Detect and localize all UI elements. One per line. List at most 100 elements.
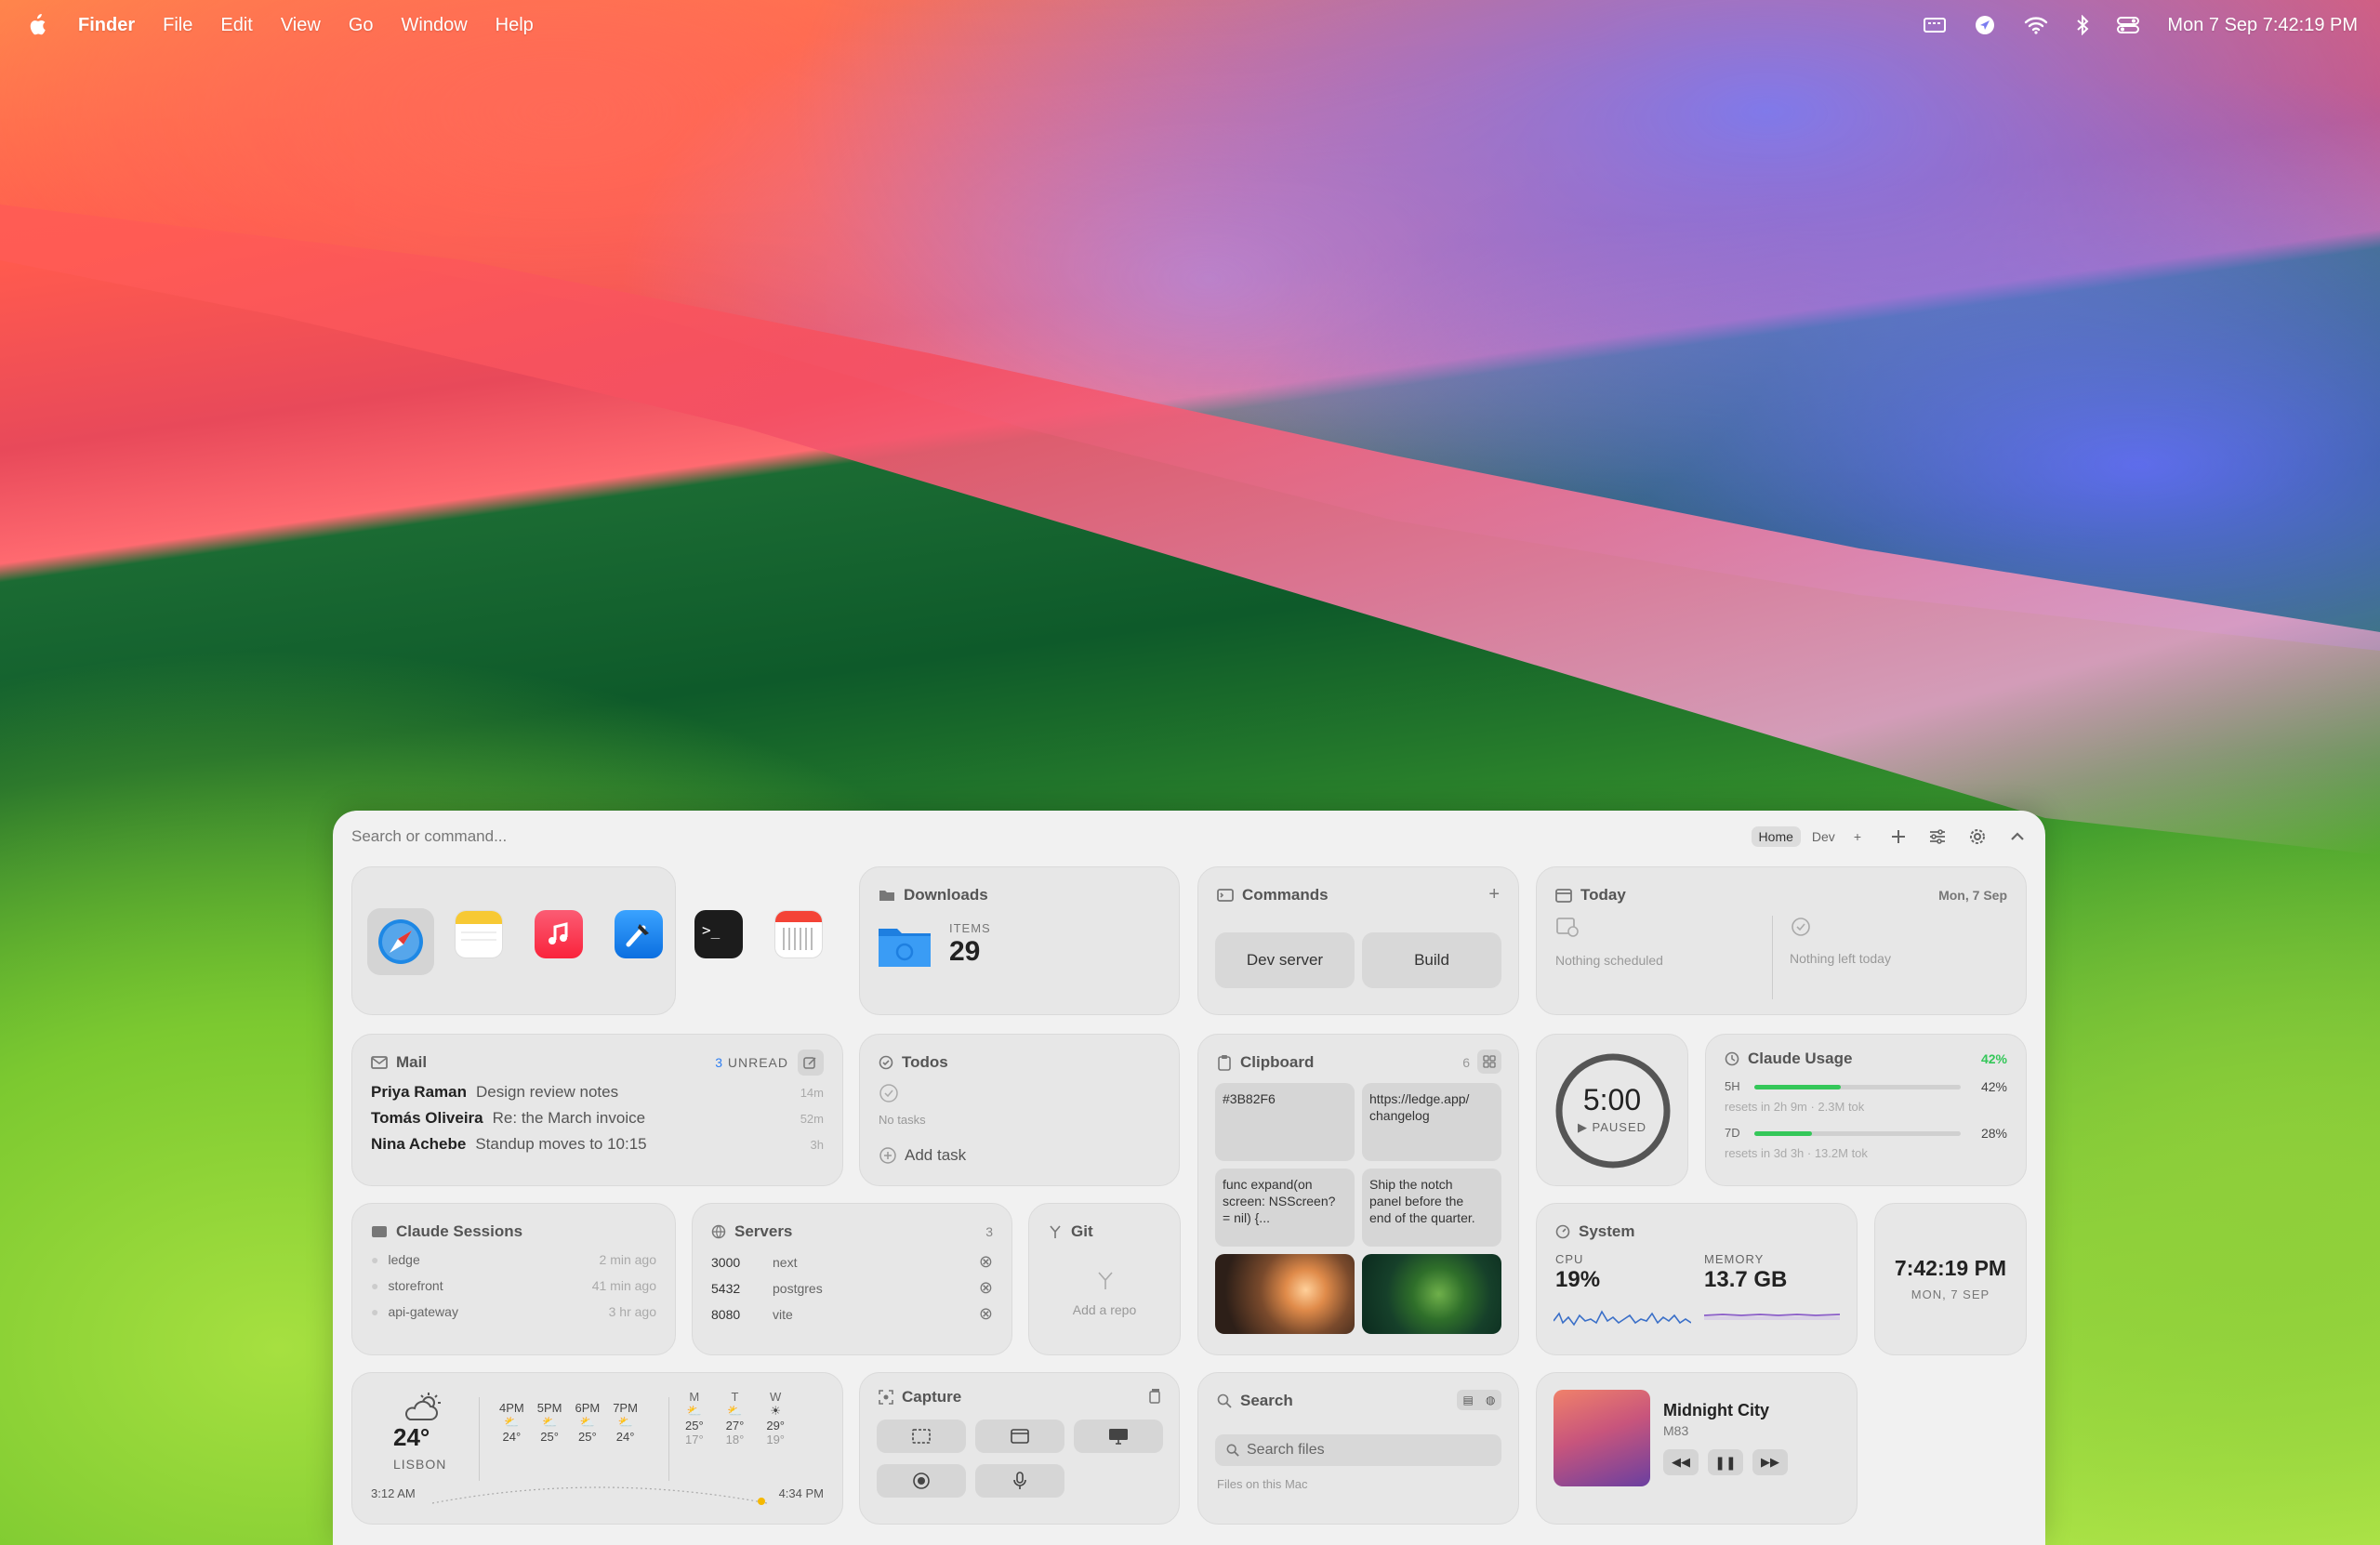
clipboard-item[interactable]: #3B82F6: [1215, 1083, 1355, 1161]
hour-item: 7PM ⛅ 24°: [613, 1401, 638, 1444]
stop-server-icon[interactable]: ⊗: [979, 1278, 993, 1298]
menubar-clock[interactable]: Mon 7 Sep 7:42:19 PM: [2167, 15, 2358, 36]
search-scope-toggle[interactable]: ▤ ◍: [1457, 1390, 1501, 1410]
mail-header: Mail: [371, 1053, 427, 1072]
clipboard-item[interactable]: Ship the notch panel before the end of t…: [1362, 1169, 1501, 1247]
record-screen-button[interactable]: [877, 1464, 966, 1498]
previous-track-button[interactable]: ◀◀: [1663, 1449, 1699, 1475]
chevron-up-icon[interactable]: [2008, 827, 2027, 846]
session-row[interactable]: ● api-gateway 3 hr ago: [371, 1304, 656, 1319]
next-track-button[interactable]: ▶▶: [1752, 1449, 1788, 1475]
menu-app-name[interactable]: Finder: [78, 15, 135, 36]
day-high: 29°: [766, 1419, 786, 1433]
clipboard-image-sunset[interactable]: [1215, 1254, 1355, 1334]
copy-clipboard-icon[interactable]: [1147, 1388, 1162, 1405]
usage-7d-bar: [1754, 1131, 1961, 1136]
sessions-title: Claude Sessions: [396, 1222, 523, 1240]
album-art[interactable]: [1554, 1390, 1650, 1486]
cloud-sun-icon: ⛅: [579, 1415, 595, 1429]
hour-temp: 25°: [540, 1430, 559, 1444]
server-row: 3000 next ⊗: [711, 1252, 993, 1272]
sliders-icon[interactable]: [1928, 827, 1947, 846]
clipboard-title: Clipboard: [1240, 1053, 1315, 1071]
todos-card: Todos No tasks Add task: [859, 1034, 1180, 1186]
add-task-button[interactable]: Add task: [879, 1146, 966, 1165]
add-task-label: Add task: [905, 1146, 967, 1164]
document-icon[interactable]: ▤: [1463, 1393, 1474, 1406]
xcode-app-icon[interactable]: [615, 910, 663, 958]
globe-icon: [711, 1224, 726, 1239]
tab-dev[interactable]: Dev: [1805, 826, 1843, 847]
timer-card[interactable]: 5:00 ▶ PAUSED: [1536, 1034, 1688, 1186]
apple-logo-icon[interactable]: [26, 14, 46, 36]
hour-temp: 24°: [615, 1430, 635, 1444]
todos-empty: No tasks: [879, 1113, 926, 1127]
menu-file[interactable]: File: [163, 15, 192, 36]
add-command-button[interactable]: +: [1488, 884, 1500, 905]
servers-header: Servers: [711, 1222, 792, 1241]
checkmark-circle-icon: [879, 1055, 893, 1070]
music-app-icon[interactable]: [535, 910, 583, 958]
bluetooth-icon[interactable]: [2076, 15, 2089, 35]
todos-title: Todos: [902, 1053, 948, 1071]
clipboard-item[interactable]: func expand(on screen: NSScreen? = nil) …: [1215, 1169, 1355, 1247]
mail-row[interactable]: Tomás Oliveira Re: the March invoice 52m: [371, 1109, 824, 1128]
capture-screen-button[interactable]: [1074, 1420, 1163, 1453]
globe-scope-icon[interactable]: ◍: [1486, 1393, 1495, 1406]
downloads-card[interactable]: Downloads ITEMS 29: [859, 866, 1180, 1015]
terminal-app-icon[interactable]: >_: [694, 910, 743, 958]
menu-view[interactable]: View: [281, 15, 321, 36]
menu-go[interactable]: Go: [349, 15, 374, 36]
day-low: 18°: [725, 1433, 745, 1446]
safari-app-icon[interactable]: [367, 908, 434, 975]
plus-icon[interactable]: [1889, 827, 1908, 846]
session-row[interactable]: ● ledge 2 min ago: [371, 1252, 656, 1267]
search-files-placeholder: Search files: [1247, 1442, 1325, 1458]
menu-edit[interactable]: Edit: [220, 15, 252, 36]
compose-button[interactable]: [798, 1050, 824, 1076]
stop-server-icon[interactable]: ⊗: [979, 1304, 993, 1324]
downloads-header: Downloads: [879, 886, 988, 905]
usage-7d-note: resets in 3d 3h · 13.2M tok: [1725, 1146, 1868, 1160]
display-icon[interactable]: [1924, 17, 1947, 33]
stop-server-icon[interactable]: ⊗: [979, 1252, 993, 1272]
session-row[interactable]: ● storefront 41 min ago: [371, 1278, 656, 1293]
record-audio-button[interactable]: [975, 1464, 1064, 1498]
mail-title: Mail: [396, 1053, 428, 1071]
track-artist: M83: [1663, 1423, 1689, 1438]
usage-bar-fill: [1754, 1131, 1813, 1136]
grid-view-button[interactable]: [1477, 1050, 1501, 1074]
capture-area-button[interactable]: [877, 1420, 966, 1453]
location-icon[interactable]: [1974, 14, 1996, 36]
wifi-icon[interactable]: [2024, 16, 2048, 34]
control-center-icon[interactable]: [2117, 16, 2140, 34]
terminal-window-icon: [1217, 889, 1234, 902]
partly-cloudy-icon: [405, 1393, 441, 1420]
add-tab-button[interactable]: +: [1846, 826, 1869, 847]
gear-icon[interactable]: [1967, 826, 1988, 847]
command-search-input[interactable]: Search or command...: [351, 827, 1748, 846]
clipboard-image-leaves[interactable]: [1362, 1254, 1501, 1334]
command-dev-server-button[interactable]: Dev server: [1215, 932, 1355, 988]
play-icon[interactable]: ▶: [1578, 1120, 1593, 1134]
tab-home[interactable]: Home: [1751, 826, 1801, 847]
capture-window-button[interactable]: [975, 1420, 1064, 1453]
git-card[interactable]: Git Add a repo: [1028, 1203, 1181, 1355]
calendar-app-icon[interactable]: [774, 910, 823, 958]
pause-button[interactable]: ❚❚: [1708, 1449, 1743, 1475]
search-files-input[interactable]: Search files: [1215, 1434, 1501, 1466]
menu-help[interactable]: Help: [496, 15, 534, 36]
command-build-button[interactable]: Build: [1362, 932, 1501, 988]
clipboard-item[interactable]: https://ledge.app/ changelog: [1362, 1083, 1501, 1161]
sunset-time: 4:34 PM: [778, 1486, 824, 1500]
hour-label: 4PM: [499, 1401, 524, 1415]
record-icon: [913, 1472, 930, 1489]
capture-header: Capture: [879, 1388, 961, 1406]
notes-app-icon[interactable]: [455, 910, 503, 958]
sun-arc: [432, 1486, 767, 1505]
menu-window[interactable]: Window: [402, 15, 468, 36]
mail-row[interactable]: Priya Raman Design review notes 14m: [371, 1083, 824, 1102]
mail-subject: Design review notes: [476, 1083, 619, 1101]
mail-row[interactable]: Nina Achebe Standup moves to 10:15 3h: [371, 1135, 824, 1154]
today-card[interactable]: Today Mon, 7 Sep Nothing scheduled Nothi…: [1536, 866, 2027, 1015]
